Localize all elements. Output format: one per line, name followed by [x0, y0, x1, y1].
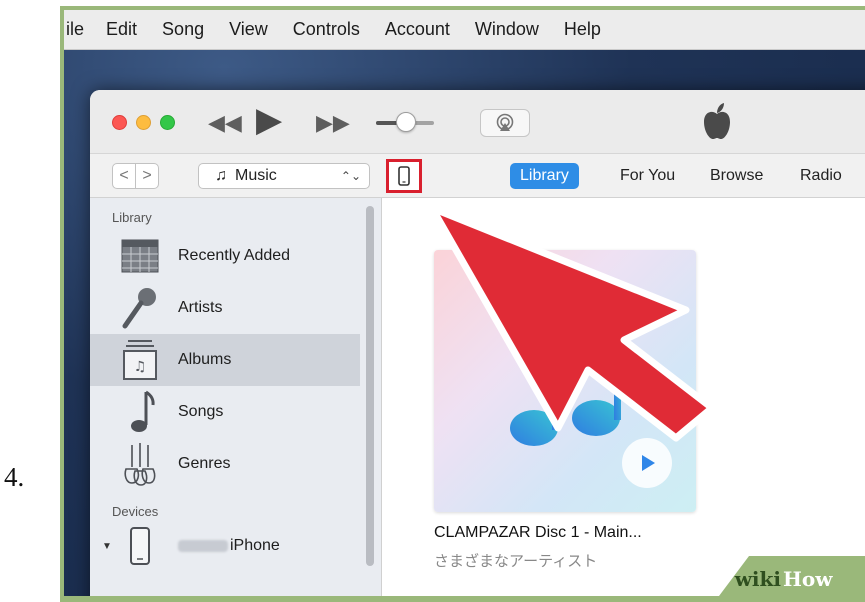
sidebar-item-label: Songs	[178, 403, 224, 420]
iphone-icon	[118, 524, 162, 568]
menu-edit[interactable]: Edit	[106, 19, 137, 40]
menu-controls[interactable]: Controls	[293, 19, 360, 40]
play-icon	[642, 455, 655, 471]
menu-song[interactable]: Song	[162, 19, 204, 40]
desktop: ile Edit Song View Controls Account Wind…	[64, 10, 865, 596]
sidebar-item-iphone[interactable]: ▼ iPhone	[90, 520, 360, 572]
watermark-wiki: wiki	[734, 567, 782, 591]
svg-text:♫: ♫	[134, 359, 147, 375]
menu-window[interactable]: Window	[475, 19, 539, 40]
airplay-button[interactable]	[480, 109, 530, 137]
select-stepper-icon: ⌃⌄	[340, 169, 361, 183]
album-stack-icon: ♫	[118, 338, 162, 382]
forward-button[interactable]: >	[135, 163, 159, 189]
menu-file[interactable]: ile	[66, 19, 84, 40]
sidebar-scrollbar[interactable]	[366, 206, 374, 566]
sidebar-item-recently-added[interactable]: Recently Added	[90, 230, 360, 282]
menu-view[interactable]: View	[229, 19, 268, 40]
menu-account[interactable]: Account	[385, 19, 450, 40]
sidebar-item-artists[interactable]: Artists	[90, 282, 360, 334]
back-button[interactable]: <	[112, 163, 136, 189]
album-play-button[interactable]	[622, 438, 672, 488]
wikihow-watermark: wiki How	[719, 556, 865, 596]
tab-library[interactable]: Library	[510, 163, 579, 189]
sidebar: Library Recently Added Artists ♫ Albums …	[90, 198, 382, 596]
sidebar-item-label: Albums	[178, 351, 232, 368]
blurred-device-name	[178, 539, 228, 552]
device-button[interactable]	[386, 159, 422, 193]
zoom-window-button[interactable]	[160, 115, 175, 130]
calendar-grid-icon	[118, 234, 162, 278]
media-type-select[interactable]: ♫ Music ⌃⌄	[198, 163, 370, 189]
minimize-window-button[interactable]	[136, 115, 151, 130]
iphone-icon	[398, 166, 410, 186]
step-number: 4.	[4, 462, 25, 492]
microphone-icon	[118, 286, 162, 330]
sidebar-item-label: Artists	[178, 299, 223, 316]
tab-radio[interactable]: Radio	[790, 163, 852, 189]
sidebar-item-songs[interactable]: Songs	[90, 386, 360, 438]
watermark-how: How	[783, 567, 833, 591]
navigation-bar: < > ♫ Music ⌃⌄ Library For You Browse Ra…	[90, 154, 865, 198]
album-title[interactable]: CLAMPAZAR Disc 1 - Main...	[434, 524, 642, 542]
menu-bar: ile Edit Song View Controls Account Wind…	[64, 10, 865, 50]
tab-browse[interactable]: Browse	[700, 163, 773, 189]
tab-for-you[interactable]: For You	[610, 163, 685, 189]
rewind-icon[interactable]: ◀◀	[208, 110, 242, 136]
devices-section-header: Devices	[112, 504, 159, 519]
fast-forward-icon[interactable]: ▶▶	[316, 110, 350, 136]
album-artist[interactable]: さまざまなアーティスト	[434, 550, 597, 571]
music-note-icon	[118, 390, 162, 434]
menu-help[interactable]: Help	[564, 19, 601, 40]
sidebar-item-label: Recently Added	[178, 247, 291, 264]
music-note-icon: ♫	[215, 167, 227, 184]
sidebar-item-label: Genres	[178, 455, 231, 472]
play-icon[interactable]: ▶	[256, 100, 282, 140]
album-artwork[interactable]	[434, 250, 696, 512]
guitars-icon	[118, 442, 162, 486]
volume-knob[interactable]	[396, 112, 416, 132]
device-name-label: iPhone	[230, 537, 280, 554]
library-section-header: Library	[112, 210, 152, 225]
title-bar: ◀◀ ▶ ▶▶	[90, 90, 865, 154]
apple-logo-icon	[704, 103, 730, 139]
sidebar-item-albums[interactable]: ♫ Albums	[90, 334, 360, 386]
library-content: CLAMPAZAR Disc 1 - Main... さまざまなアーティスト	[382, 198, 865, 596]
disclosure-triangle-icon[interactable]: ▼	[102, 541, 112, 552]
itunes-window: ◀◀ ▶ ▶▶ < > ♫ Music ⌃⌄ Library For You B…	[90, 90, 865, 596]
screenshot-frame: ile Edit Song View Controls Account Wind…	[60, 6, 865, 602]
media-type-label: Music	[235, 167, 277, 184]
sidebar-item-genres[interactable]: Genres	[90, 438, 360, 490]
close-window-button[interactable]	[112, 115, 127, 130]
airplay-icon	[496, 113, 514, 131]
